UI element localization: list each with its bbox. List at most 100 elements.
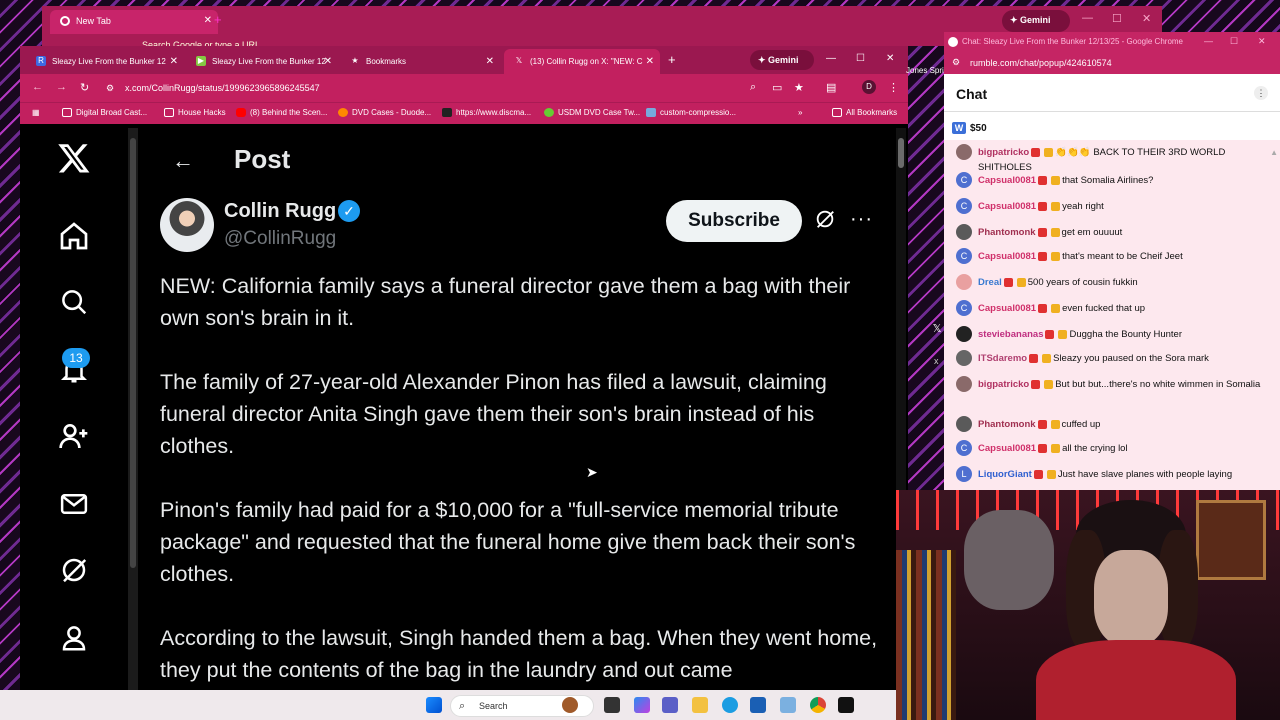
bookmark-item[interactable]: USDM DVD Case Tw... [544, 108, 640, 117]
chat-username[interactable]: steviebananas [978, 329, 1043, 340]
url-field[interactable]: x.com/CollinRugg/status/1999623965896245… [125, 83, 320, 93]
chat-username[interactable]: LiquorGiant [978, 469, 1032, 480]
chat-user-avatar[interactable]: C [956, 198, 972, 214]
store-icon[interactable] [750, 697, 766, 713]
apps-icon[interactable]: ▦ [32, 108, 40, 117]
site-info-icon[interactable]: ⚙ [106, 83, 114, 94]
bookmark-item[interactable]: (8) Behind the Scen... [236, 108, 327, 117]
sidebar-scrollbar[interactable] [128, 128, 138, 690]
app-icon[interactable] [780, 697, 796, 713]
bookmark-item[interactable]: custom-compressio... [646, 108, 736, 117]
more-options-icon[interactable]: ··· [850, 208, 873, 231]
gemini-button[interactable]: ✦ Gemini [750, 50, 814, 70]
chat-username[interactable]: Phantomonk [978, 419, 1036, 430]
chat-username[interactable]: ITSdaremo [978, 353, 1027, 364]
bookmark-star-icon[interactable]: ★ [794, 81, 804, 94]
terminal-icon[interactable] [838, 697, 854, 713]
close-tab-icon[interactable]: ✕ [324, 56, 332, 67]
chat-username[interactable]: Capsual0081 [978, 303, 1036, 314]
chat-user-avatar[interactable]: C [956, 248, 972, 264]
author-handle[interactable]: @CollinRugg [224, 228, 336, 250]
chat-user-avatar[interactable] [956, 144, 972, 160]
close-tab-icon[interactable]: ✕ [204, 15, 212, 26]
messages-mail-icon[interactable] [56, 486, 92, 522]
follow-person-icon[interactable] [56, 418, 92, 454]
back-icon[interactable]: ← [32, 81, 43, 93]
chat-username[interactable]: Dreal [978, 277, 1002, 288]
all-bookmarks[interactable]: All Bookmarks [832, 108, 897, 117]
chat-user-avatar[interactable]: C [956, 172, 972, 188]
bookmark-item[interactable]: DVD Cases - Duode... [338, 108, 431, 117]
forward-icon[interactable]: → [56, 81, 67, 93]
more-bookmarks-icon[interactable]: » [798, 108, 802, 117]
menu-icon[interactable]: ⋮ [888, 81, 899, 94]
bookmark-item[interactable]: https://www.discma... [442, 108, 531, 117]
chat-options-icon[interactable]: ⋮ [1254, 86, 1268, 100]
zoom-icon[interactable]: ⌕ [750, 81, 756, 94]
close-tab-icon[interactable]: ✕ [486, 56, 494, 67]
file-explorer-icon[interactable] [692, 697, 708, 713]
chat-username[interactable]: bigpatricko [978, 379, 1029, 390]
gemini-button[interactable]: ✦ Gemini [1002, 10, 1070, 32]
chrome-icon[interactable] [810, 697, 826, 713]
chat-username[interactable]: Capsual0081 [978, 251, 1036, 262]
close-tab-icon[interactable]: ✕ [646, 56, 654, 67]
subscribe-button[interactable]: Subscribe [666, 200, 802, 242]
chat-username[interactable]: Phantomonk [978, 227, 1036, 238]
chat-user-avatar[interactable] [956, 350, 972, 366]
back-arrow-icon[interactable]: ← [172, 148, 194, 174]
x-logo-icon[interactable] [56, 140, 92, 176]
tab-bookmarks[interactable]: ★ Bookmarks ✕ [340, 49, 500, 74]
explore-search-icon[interactable] [56, 284, 92, 320]
new-tab-button[interactable]: + [668, 52, 676, 67]
chat-user-avatar[interactable]: C [956, 300, 972, 316]
reload-icon[interactable]: ↻ [80, 81, 89, 94]
author-avatar[interactable] [160, 198, 214, 252]
chat-user-avatar[interactable] [956, 274, 972, 290]
cast-icon[interactable]: ▭ [772, 81, 782, 94]
chat-user-avatar[interactable] [956, 376, 972, 392]
close-tab-icon[interactable]: ✕ [170, 56, 178, 67]
site-info-icon[interactable]: ⚙ [952, 57, 960, 68]
side-panel-icon[interactable]: ▤ [826, 81, 836, 94]
chat-username[interactable]: Capsual0081 [978, 175, 1036, 186]
tab-new-tab[interactable]: New Tab ✕ [50, 10, 218, 34]
grok-icon[interactable] [56, 552, 92, 588]
minimize-icon[interactable]: — [1204, 36, 1213, 46]
profile-avatar[interactable]: D [862, 80, 876, 94]
bookmark-item[interactable]: House Hacks [164, 108, 226, 117]
tab-sleazy-2[interactable]: ▶ Sleazy Live From the Bunker 12 ✕ [186, 49, 338, 74]
maximize-icon[interactable]: ☐ [1112, 12, 1122, 25]
minimize-icon[interactable]: — [1082, 12, 1093, 24]
teams-icon[interactable] [662, 697, 678, 713]
close-icon[interactable]: x [934, 356, 939, 366]
tab-sleazy-1[interactable]: R Sleazy Live From the Bunker 12 ✕ [26, 49, 184, 74]
minimize-icon[interactable]: — [826, 53, 836, 64]
chat-username[interactable]: bigpatricko [978, 147, 1029, 158]
grok-icon[interactable] [814, 208, 836, 235]
close-window-icon[interactable]: ✕ [1258, 36, 1266, 47]
chat-username[interactable]: Capsual0081 [978, 201, 1036, 212]
rant-badge[interactable]: W $50 [952, 122, 987, 134]
close-window-icon[interactable]: ✕ [886, 53, 894, 64]
author-name[interactable]: Collin Rugg [224, 200, 336, 223]
chat-user-avatar[interactable] [956, 224, 972, 240]
chat-user-avatar[interactable]: C [956, 440, 972, 456]
close-window-icon[interactable]: ✕ [1142, 12, 1151, 25]
task-view-icon[interactable] [604, 697, 620, 713]
home-icon[interactable] [56, 218, 92, 254]
profile-icon[interactable] [56, 620, 92, 656]
bookmark-item[interactable]: Digital Broad Cast... [62, 108, 147, 117]
chat-user-avatar[interactable]: L [956, 466, 972, 482]
copilot-icon[interactable] [634, 697, 650, 713]
start-windows-icon[interactable] [426, 697, 442, 713]
chat-user-avatar[interactable] [956, 416, 972, 432]
chat-user-avatar[interactable] [956, 326, 972, 342]
maximize-icon[interactable]: ☐ [856, 53, 865, 64]
chat-username[interactable]: Capsual0081 [978, 443, 1036, 454]
maximize-icon[interactable]: ☐ [1230, 36, 1238, 47]
new-tab-button[interactable]: + [214, 12, 222, 27]
tab-x-post[interactable]: 𝕏 (13) Collin Rugg on X: "NEW: C ✕ [504, 49, 660, 74]
chat-scroll-up-icon[interactable]: ▲ [1270, 148, 1278, 157]
edge-icon[interactable] [722, 697, 738, 713]
